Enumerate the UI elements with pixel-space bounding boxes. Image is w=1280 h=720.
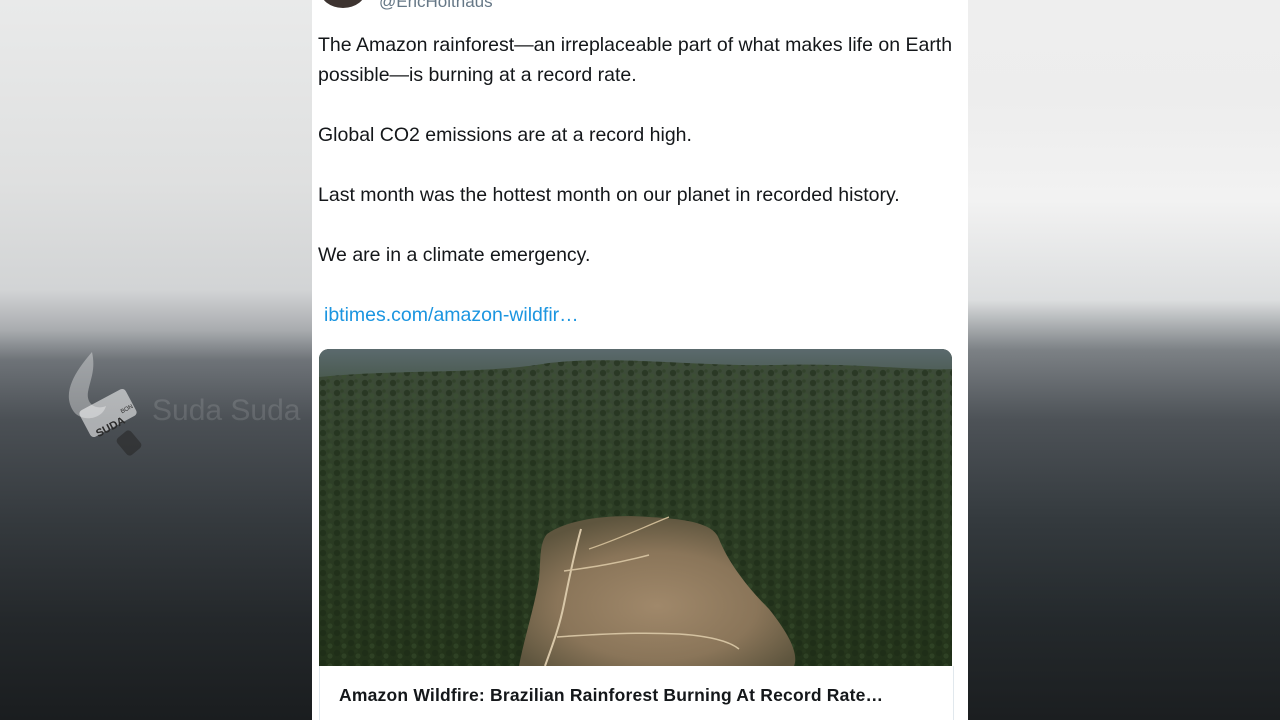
tweet-paragraph: Last month was the hottest month on our … [318, 184, 900, 206]
article-link[interactable]: ibtimes.com/amazon-wildfir… [324, 304, 579, 327]
avatar[interactable] [320, 0, 366, 8]
watermark-text: Suda Suda [152, 394, 301, 427]
tweet-card: @EricHolthaus The Amazon rainforest—an i… [312, 0, 968, 720]
tweet-paragraph: The Amazon rainforest—an irreplaceable p… [318, 34, 953, 86]
background-left [0, 0, 312, 720]
tweet-paragraph: Global CO2 emissions are at a record hig… [318, 124, 692, 146]
tweet-body: The Amazon rainforest—an irreplaceable p… [318, 30, 958, 300]
user-handle[interactable]: @EricHolthaus [379, 0, 493, 12]
tweet-paragraph: We are in a climate emergency. [318, 244, 591, 266]
link-preview-card[interactable]: Amazon Wildfire: Brazilian Rainforest Bu… [319, 666, 954, 720]
article-image[interactable] [319, 349, 952, 666]
background-right [968, 0, 1280, 720]
channel-logo-watermark: SUDA BON [62, 350, 152, 460]
link-preview-title: Amazon Wildfire: Brazilian Rainforest Bu… [339, 685, 884, 705]
